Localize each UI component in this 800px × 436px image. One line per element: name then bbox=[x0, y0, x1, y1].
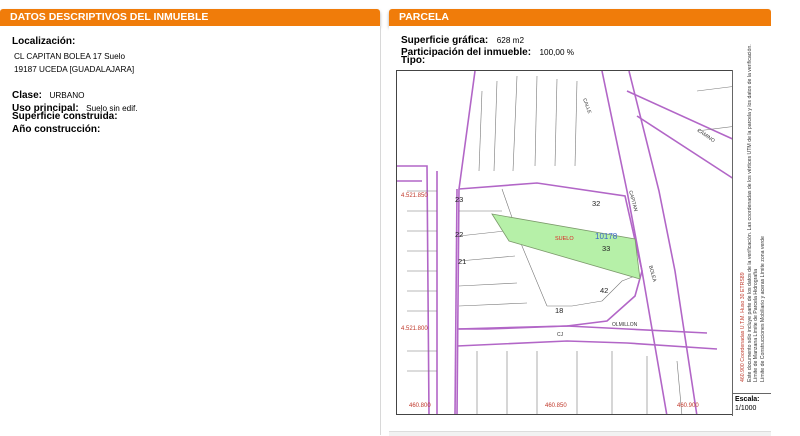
lot-32: 32 bbox=[592, 199, 600, 208]
superficie-construida-label: Superficie construida: bbox=[12, 111, 118, 122]
scale-value: 1/1000 bbox=[735, 405, 757, 412]
street-cj-label: CJ bbox=[557, 332, 564, 338]
participacion-value: 100,00 % bbox=[539, 48, 575, 57]
legend-line4: Límite de Construcciones Mobiliario y ac… bbox=[759, 235, 765, 382]
lot-42: 42 bbox=[600, 286, 608, 295]
scale-box: Escala: 1/1000 bbox=[732, 393, 772, 416]
bottom-bar bbox=[389, 431, 771, 436]
parcel-suelo-label: SUELO bbox=[555, 236, 574, 242]
map-legend: 460.900 Coordenadas U.T.M. Huso 30 ETRS8… bbox=[732, 43, 772, 393]
legend-line2: Este documento sólo incluye parte de los… bbox=[746, 43, 752, 382]
participacion-row: Participación del inmueble: 100,00 % bbox=[401, 42, 574, 60]
lot-18: 18 bbox=[555, 306, 563, 315]
highlighted-parcel bbox=[491, 213, 641, 280]
lot-22: 22 bbox=[455, 230, 463, 239]
cadastral-map[interactable]: 23 22 21 32 33 42 18 SUELO 10178 CALLE C… bbox=[396, 70, 771, 415]
tipo-label: Tipo: bbox=[401, 55, 426, 66]
lot-21: 21 bbox=[458, 257, 466, 266]
map-drawing: 23 22 21 32 33 42 18 SUELO 10178 CALLE C… bbox=[397, 71, 738, 414]
left-panel-header: DATOS DESCRIPTIVOS DEL INMUEBLE bbox=[0, 9, 380, 26]
coord-x2-label: 460.850 bbox=[545, 403, 567, 409]
scale-label: Escala: bbox=[735, 396, 760, 403]
address-line2: 19187 UCEDA [GUADALAJARA] bbox=[14, 65, 135, 74]
parcel-ref-label: 10178 bbox=[595, 232, 618, 241]
right-panel-title: PARCELA bbox=[399, 11, 449, 23]
right-panel-header: PARCELA bbox=[389, 9, 771, 26]
legend-line1: 460.900 Coordenadas U.T.M. Huso 30 ETRS8… bbox=[739, 271, 746, 382]
lot-23: 23 bbox=[455, 195, 463, 204]
coord-y1-label: 4.521.850 bbox=[401, 193, 428, 199]
street-olmillon-label: OLMILLON bbox=[612, 322, 638, 328]
legend-line3: Límite de Manzana Límite de Parcela Hidr… bbox=[752, 268, 759, 382]
localizacion-label: Localización: bbox=[12, 36, 76, 47]
lot-33: 33 bbox=[602, 244, 610, 253]
street-bolea-label: BOLEA bbox=[647, 265, 657, 283]
coord-x1-label: 460.800 bbox=[409, 403, 431, 409]
ano-construccion-label: Año construcción: bbox=[12, 124, 101, 135]
street-calle-label: CALLE bbox=[581, 98, 592, 116]
coord-x3-label: 460.900 bbox=[677, 403, 699, 409]
left-panel-title: DATOS DESCRIPTIVOS DEL INMUEBLE bbox=[10, 11, 209, 23]
coord-y2-label: 4.521.800 bbox=[401, 326, 428, 332]
address-line1: CL CAPITAN BOLEA 17 Suelo bbox=[14, 52, 126, 61]
page-margin bbox=[771, 0, 800, 435]
